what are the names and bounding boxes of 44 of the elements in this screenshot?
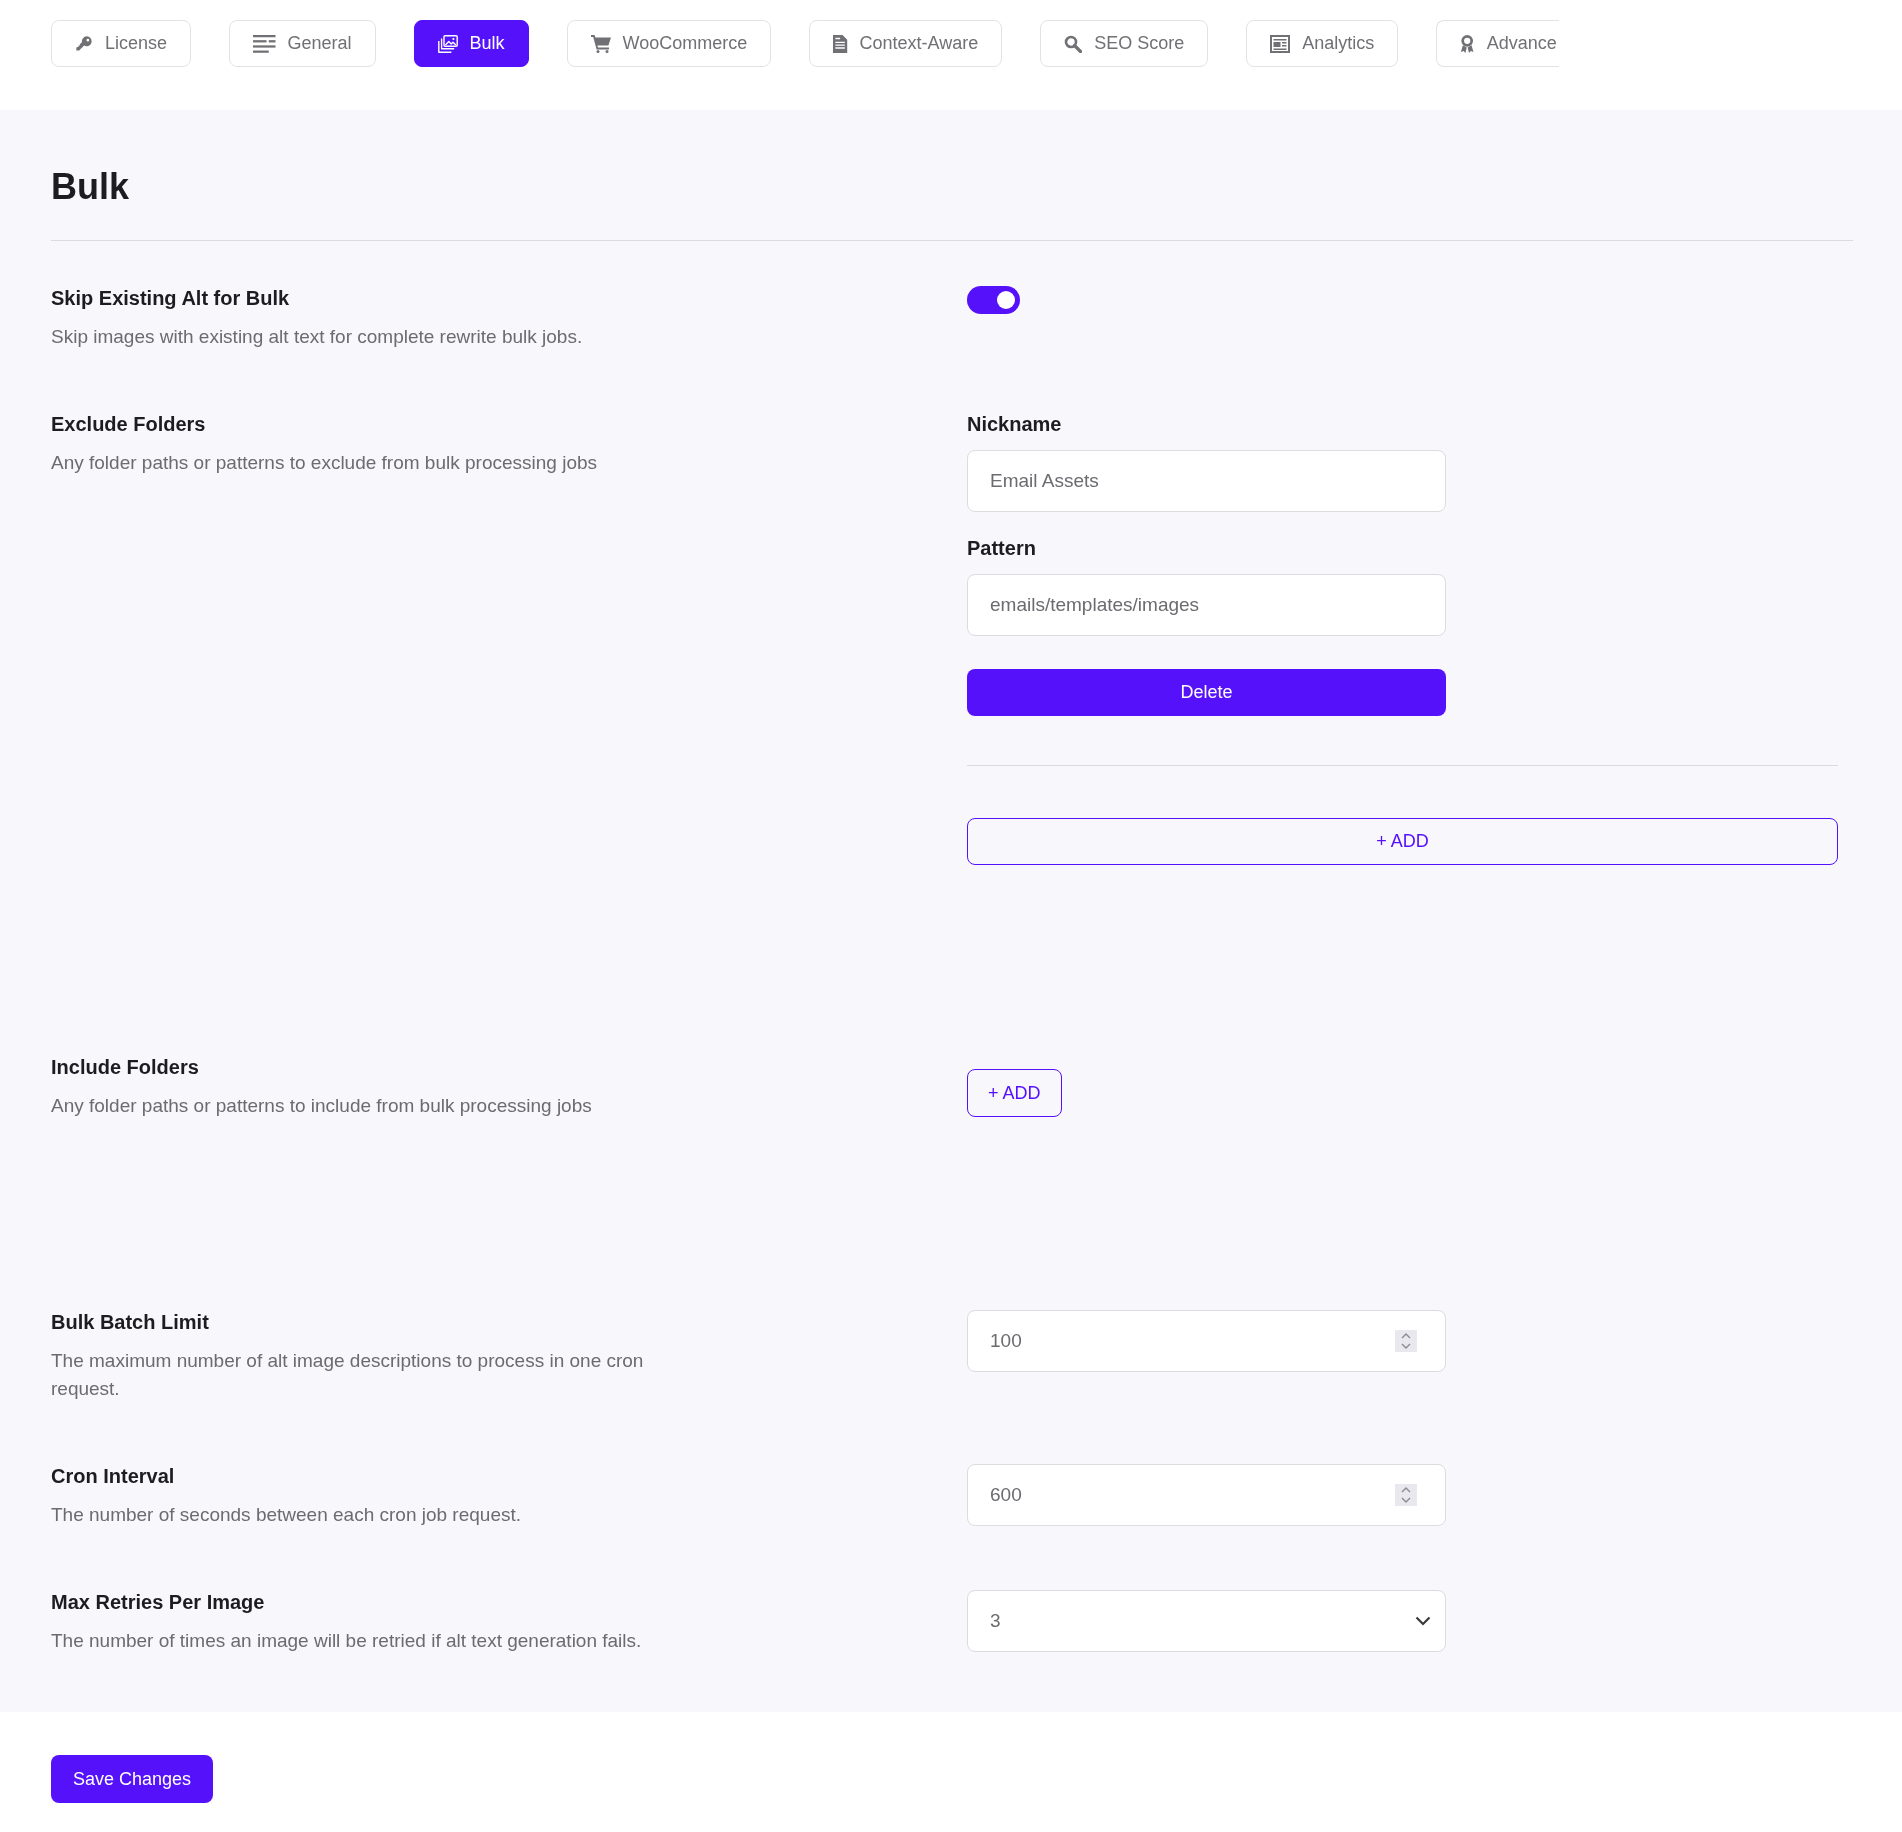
- tab[interactable]: Analytics: [1246, 20, 1399, 67]
- number-field[interactable]: 100: [967, 1310, 1446, 1372]
- document-icon: [833, 34, 848, 53]
- tab[interactable]: Bulk: [413, 20, 529, 67]
- number-field[interactable]: 600: [967, 1464, 1446, 1526]
- select-dropdown[interactable]: 3: [967, 1590, 1446, 1652]
- toggle-switch[interactable]: [967, 286, 1020, 314]
- field-label: Pattern: [967, 536, 1036, 560]
- search-icon: [1064, 34, 1083, 53]
- ribbon-icon: [1460, 34, 1475, 53]
- text-lines-icon: [253, 34, 276, 53]
- page-title: Bulk: [51, 165, 129, 209]
- key-icon: [75, 34, 93, 53]
- setting-title: Cron Interval: [51, 1464, 175, 1488]
- setting-title: Include Folders: [51, 1055, 199, 1079]
- text-field[interactable]: Email Assets: [967, 450, 1446, 512]
- add-button[interactable]: + ADD: [967, 1069, 1062, 1117]
- cart-icon: [590, 34, 611, 53]
- field-label: Nickname: [967, 412, 1062, 436]
- save-button[interactable]: Save Changes: [51, 1755, 214, 1803]
- setting-title: Max Retries Per Image: [51, 1590, 265, 1614]
- stepper-icon[interactable]: [1395, 1330, 1417, 1352]
- tab[interactable]: License: [51, 20, 192, 67]
- setting-title: Exclude Folders: [51, 412, 206, 436]
- delete-button[interactable]: Delete: [967, 669, 1446, 716]
- tab[interactable]: Advance: [1436, 20, 1559, 67]
- tab[interactable]: WooCommerce: [566, 20, 772, 67]
- setting-description: The maximum number of alt image descriptions to process in one cron request.: [51, 1349, 645, 1401]
- setting-description: Skip images with existing alt text for complete rewrite bulk jobs.: [51, 325, 583, 349]
- newspaper-icon: [1270, 34, 1291, 53]
- stepper-icon[interactable]: [1395, 1484, 1417, 1506]
- tab[interactable]: SEO Score: [1040, 20, 1209, 67]
- setting-description: The number of seconds between each cron job request.: [51, 1503, 521, 1527]
- tab[interactable]: General: [229, 20, 376, 67]
- setting-title: Bulk Batch Limit: [51, 1310, 209, 1334]
- chevron-down-icon: [1415, 1616, 1431, 1626]
- setting-description: The number of times an image will be retried if alt text generation fails.: [51, 1629, 642, 1653]
- text-field[interactable]: emails/templates/images: [967, 574, 1446, 636]
- setting-description: Any folder paths or patterns to exclude from bulk processing jobs: [51, 451, 597, 475]
- setting-title: Skip Existing Alt for Bulk: [51, 286, 290, 310]
- setting-description: Any folder paths or patterns to include from bulk processing jobs: [51, 1094, 592, 1118]
- tab[interactable]: Context-Aware: [809, 20, 1003, 67]
- images-icon: [437, 34, 458, 53]
- add-button[interactable]: + ADD: [967, 818, 1838, 865]
